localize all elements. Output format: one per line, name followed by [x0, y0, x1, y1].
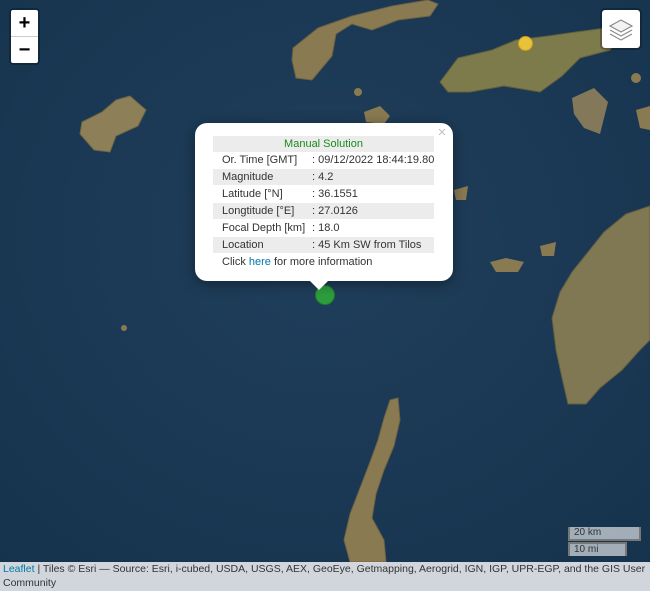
- row-label: Longtitude [°E]: [222, 205, 295, 217]
- layers-icon: [608, 19, 634, 41]
- zoom-out-button[interactable]: −: [11, 36, 38, 63]
- more-info-link[interactable]: here: [249, 256, 271, 268]
- row-value: : 45 Km SW from Tilos: [312, 239, 422, 251]
- row-value: : 09/12/2022 18:44:19.80: [312, 154, 435, 166]
- row-value: : 36.1551: [312, 188, 358, 200]
- map-view[interactable]: + − × Manual Solution Or. Time [GMT] : 0…: [0, 0, 650, 591]
- row-label: Latitude [°N]: [222, 188, 283, 200]
- popup-tip: [309, 280, 329, 290]
- row-label: Focal Depth [km]: [222, 222, 306, 234]
- popup-close-button[interactable]: ×: [435, 125, 449, 140]
- row-value: : 27.0126: [312, 205, 358, 217]
- popup-footer: Click here for more information: [222, 255, 372, 269]
- row-label: Or. Time [GMT]: [222, 154, 298, 166]
- popup-row-longitude: Longtitude [°E] : 27.0126: [213, 203, 434, 219]
- row-value: : 18.0: [312, 222, 340, 234]
- scale-imperial: 10 mi: [568, 542, 627, 556]
- popup-title: Manual Solution: [213, 136, 434, 152]
- leaflet-link[interactable]: Leaflet: [3, 563, 35, 575]
- earthquake-marker-other[interactable]: [518, 36, 533, 51]
- popup-row-magnitude: Magnitude : 4.2: [213, 169, 434, 185]
- layers-button[interactable]: [600, 8, 642, 50]
- islet-9: [121, 325, 127, 331]
- islet-8: [631, 73, 641, 83]
- row-label: Magnitude: [222, 171, 274, 183]
- popup-row-latitude: Latitude [°N] : 36.1551: [213, 186, 434, 202]
- earthquake-popup: × Manual Solution Or. Time [GMT] : 09/12…: [195, 123, 453, 281]
- popup-row-depth: Focal Depth [km] : 18.0: [213, 220, 434, 236]
- footer-suffix: for more information: [270, 256, 373, 268]
- row-value: : 4.2: [312, 171, 334, 183]
- zoom-in-button[interactable]: +: [11, 10, 38, 36]
- footer-prefix: Click: [222, 256, 249, 268]
- zoom-control: + −: [9, 8, 40, 65]
- scale-metric: 20 km: [568, 527, 641, 541]
- islet-7: [354, 88, 362, 96]
- row-label: Location: [222, 239, 264, 251]
- popup-row-time: Or. Time [GMT] : 09/12/2022 18:44:19.80: [213, 152, 434, 168]
- popup-row-location: Location : 45 Km SW from Tilos: [213, 237, 434, 253]
- attribution-text: | Tiles © Esri — Source: Esri, i-cubed, …: [3, 563, 646, 589]
- attribution: Leaflet | Tiles © Esri — Source: Esri, i…: [0, 562, 650, 591]
